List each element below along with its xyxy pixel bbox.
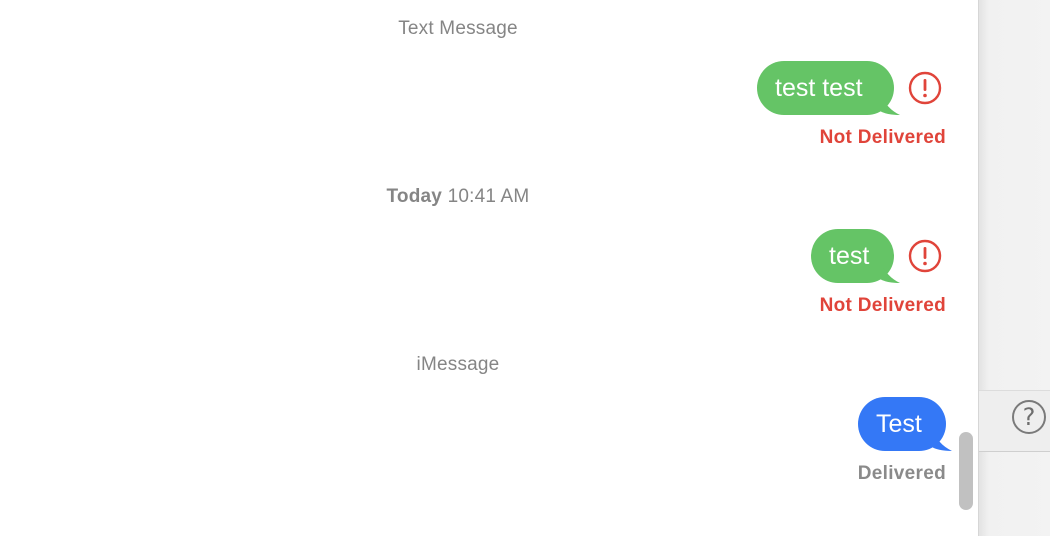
- details-side-panel: ?: [978, 0, 1050, 536]
- message-text: test: [829, 242, 870, 270]
- bubble-tail: [880, 93, 900, 115]
- side-panel-footer: ?: [979, 390, 1050, 452]
- delivery-status: Not Delivered: [780, 127, 946, 149]
- question-mark-circle-icon[interactable]: ?: [1012, 400, 1046, 434]
- exclamation-circle-icon[interactable]: [908, 239, 942, 273]
- message-text: Test: [876, 410, 922, 438]
- delivery-status-label: Delivered: [857, 463, 946, 484]
- delivery-status: Delivered: [780, 463, 946, 485]
- timestamp-time: 10:41 AM: [447, 186, 530, 207]
- outgoing-message-bubble[interactable]: test test: [757, 61, 900, 115]
- bubble-tail: [880, 261, 900, 283]
- timestamp-day: Today: [386, 186, 443, 207]
- outgoing-message-bubble[interactable]: test: [811, 229, 900, 283]
- service-header: Text Message: [0, 18, 916, 40]
- messages-window: Text Message test test Not Delivered Tod…: [0, 0, 1050, 536]
- service-header: iMessage: [0, 354, 916, 376]
- vertical-scrollbar-thumb[interactable]: [959, 432, 973, 510]
- service-header-label: Text Message: [398, 18, 518, 39]
- bubble-tail: [932, 429, 952, 451]
- message-timestamp: Today 10:41 AM: [0, 186, 916, 208]
- outgoing-message-bubble[interactable]: Test: [858, 397, 952, 451]
- message-text: test test: [775, 74, 863, 102]
- exclamation-circle-icon[interactable]: [908, 71, 942, 105]
- delivery-status-label: Not Delivered: [819, 295, 946, 316]
- delivery-status-label: Not Delivered: [819, 127, 946, 148]
- delivery-status: Not Delivered: [780, 295, 946, 317]
- help-button-label: ?: [1022, 403, 1036, 431]
- conversation-transcript[interactable]: Text Message test test Not Delivered Tod…: [0, 0, 978, 536]
- service-header-label: iMessage: [416, 354, 500, 375]
